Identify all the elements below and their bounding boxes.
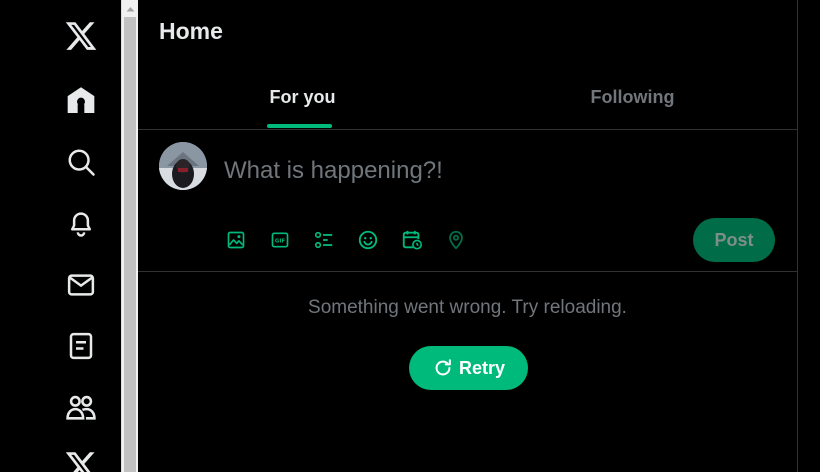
left-nav: [0, 0, 121, 472]
scroll-up-arrow-icon[interactable]: [122, 0, 139, 17]
emoji-icon[interactable]: [356, 228, 380, 252]
feed-error-message: Something went wrong. Try reloading.: [308, 297, 627, 318]
schedule-icon[interactable]: [400, 228, 424, 252]
location-icon[interactable]: [444, 228, 468, 252]
search-icon[interactable]: [61, 142, 101, 182]
timeline-tabs: For you Following: [138, 66, 797, 130]
media-icon[interactable]: [224, 228, 248, 252]
active-tab-indicator: [267, 124, 332, 128]
tab-following[interactable]: Following: [468, 66, 797, 129]
x-logo-icon[interactable]: [61, 16, 101, 56]
mail-icon[interactable]: [61, 265, 101, 305]
bell-icon[interactable]: [61, 203, 101, 243]
main-timeline: Home For you Following GI: [138, 0, 798, 472]
home-icon[interactable]: [61, 81, 101, 121]
communities-icon[interactable]: [61, 387, 101, 427]
scrollbar[interactable]: [121, 0, 138, 472]
refresh-icon: [435, 359, 451, 376]
premium-x-icon[interactable]: [61, 446, 101, 472]
tab-for-you-label: For you: [269, 87, 336, 107]
retry-label: Retry: [458, 357, 506, 378]
tab-for-you[interactable]: For you: [138, 66, 467, 129]
retry-button[interactable]: Retry: [409, 346, 528, 390]
post-button[interactable]: Post: [693, 218, 775, 262]
right-column: [798, 0, 820, 472]
compose-input[interactable]: [224, 154, 744, 188]
gif-icon[interactable]: GIF: [268, 228, 292, 252]
avatar[interactable]: [159, 142, 207, 190]
poll-icon[interactable]: [312, 228, 336, 252]
post-composer: GIF Post: [138, 130, 797, 272]
scrollbar-thumb[interactable]: [124, 17, 136, 472]
svg-text:GIF: GIF: [275, 239, 285, 245]
lists-icon[interactable]: [61, 326, 101, 366]
tab-following-label: Following: [590, 87, 675, 107]
page-title: Home: [159, 18, 223, 44]
